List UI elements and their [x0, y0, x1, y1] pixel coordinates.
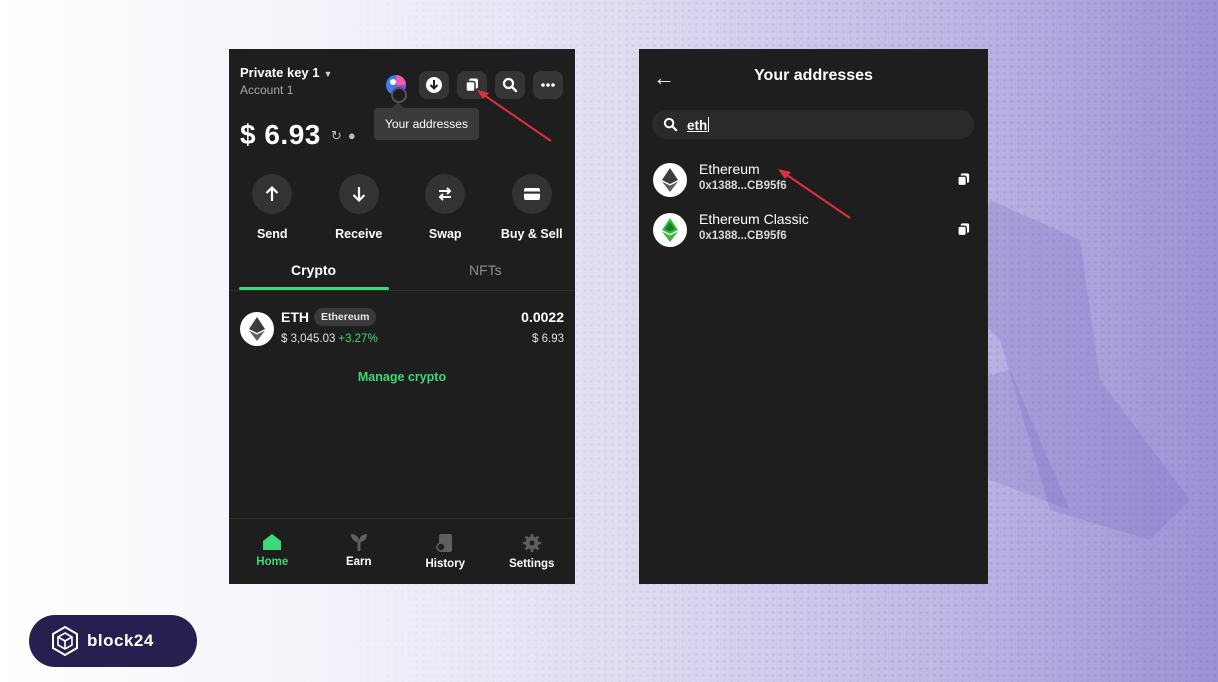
total-balance: $ 6.93: [240, 119, 321, 150]
logo-text: block24: [87, 631, 154, 650]
ethereum-logo-icon: [653, 163, 687, 197]
swap-label: Swap: [428, 227, 462, 241]
tab-nfts[interactable]: NFTs: [469, 262, 502, 278]
swap-circle: [425, 174, 466, 214]
asset-amount: 0.0022: [521, 309, 564, 325]
wallet-home-screen: Private key 1 ▼ Account 1 $ 6.93 ↻ ● You…: [229, 49, 575, 584]
action-buttons: Send Receive Swap Buy & Sell: [229, 174, 575, 241]
home-icon: [263, 534, 282, 550]
account-selector[interactable]: Private key 1 ▼: [240, 65, 332, 80]
receive-circle: [338, 174, 379, 214]
asset-symbol: ETH: [281, 309, 309, 325]
nav-settings[interactable]: Settings: [497, 519, 567, 584]
copy-icon[interactable]: [956, 222, 971, 237]
wallet-avatar-button[interactable]: [381, 71, 411, 103]
address-hash: 0x1388...CB95f6: [699, 230, 787, 242]
address-search-input[interactable]: eth: [652, 110, 974, 139]
nav-history[interactable]: History: [410, 519, 480, 584]
sprout-icon: [350, 534, 367, 551]
more-button[interactable]: [533, 71, 563, 99]
text-cursor: [708, 117, 710, 132]
manage-crypto-link[interactable]: Manage crypto: [229, 370, 575, 384]
send-circle: [252, 174, 293, 214]
arrow-up-icon: [265, 185, 279, 201]
copy-icon: [465, 78, 478, 93]
network-badge: Ethereum: [314, 308, 377, 326]
asset-change: +3.27%: [338, 333, 378, 345]
account-title: Private key 1: [240, 65, 320, 80]
ethereum-classic-logo-icon: [653, 213, 687, 247]
asset-price: $ 3,045.03: [281, 333, 336, 345]
nav-history-label: History: [425, 558, 466, 570]
page-title: Your addresses: [754, 67, 873, 84]
your-addresses-button[interactable]: [457, 71, 487, 99]
buy-sell-label: Buy & Sell: [500, 227, 563, 241]
receive-label: Receive: [335, 227, 383, 241]
caret-down-icon: ▼: [323, 69, 333, 79]
nav-earn[interactable]: Earn: [324, 519, 394, 584]
address-row-ethereum[interactable]: Ethereum 0x1388...CB95f6: [653, 160, 975, 200]
account-subtitle: Account 1: [240, 83, 294, 97]
receive-button[interactable]: Receive: [319, 174, 399, 241]
search-icon: [663, 117, 678, 132]
active-tab-indicator: [239, 287, 389, 290]
ethereum-logo-icon: [240, 312, 274, 346]
buy-sell-button[interactable]: Buy & Sell: [492, 174, 572, 241]
send-button[interactable]: Send: [232, 174, 312, 241]
search-button[interactable]: [495, 71, 525, 99]
nav-earn-label: Earn: [345, 556, 372, 568]
card-icon: [523, 188, 540, 200]
asset-fiat-value: $ 6.93: [532, 333, 564, 345]
asset-price-line: $ 3,045.03 +3.27%: [281, 333, 378, 345]
address-hash: 0x1388...CB95f6: [699, 180, 787, 192]
buy-sell-circle: [511, 174, 552, 214]
tab-crypto[interactable]: Crypto: [291, 262, 336, 278]
address-name: Ethereum Classic: [699, 211, 809, 227]
avatar-status-ring: [391, 87, 407, 103]
copy-icon[interactable]: [956, 172, 971, 187]
download-button[interactable]: [419, 71, 449, 99]
address-row-ethereum-classic[interactable]: Ethereum Classic 0x1388...CB95f6: [653, 210, 975, 250]
balance-icons: ↻ ●: [331, 128, 356, 144]
eye-icon[interactable]: ●: [348, 128, 356, 144]
bottom-navigation: Home Earn History Settings: [229, 518, 575, 584]
block24-logo: block24: [29, 615, 197, 667]
arrow-down-icon: [352, 187, 366, 203]
swap-button[interactable]: Swap: [405, 174, 485, 241]
gear-icon: [522, 534, 541, 552]
history-icon: [436, 534, 453, 552]
nav-settings-label: Settings: [509, 558, 555, 570]
header-toolbar: [381, 71, 563, 103]
download-circle-icon: [426, 77, 442, 93]
asset-tabs: Crypto NFTs: [229, 254, 575, 291]
refresh-icon[interactable]: ↻: [331, 128, 342, 144]
nav-home[interactable]: Home: [237, 519, 307, 584]
asset-row-eth[interactable]: ETH Ethereum $ 3,045.03 +3.27% 0.0022 $ 6…: [240, 308, 564, 349]
send-label: Send: [256, 227, 288, 241]
your-addresses-tooltip: Your addresses: [374, 102, 479, 140]
search-icon: [502, 77, 518, 93]
your-addresses-screen: ← Your addresses eth Ethereum 0x1388...C…: [639, 49, 988, 584]
search-query: eth: [687, 118, 708, 133]
more-dots-icon: [541, 83, 555, 87]
cube-logo-icon: [52, 626, 78, 656]
search-field-value: eth: [687, 117, 710, 133]
nav-home-label: Home: [256, 556, 289, 568]
address-name: Ethereum: [699, 161, 760, 177]
swap-icon: [438, 187, 452, 201]
